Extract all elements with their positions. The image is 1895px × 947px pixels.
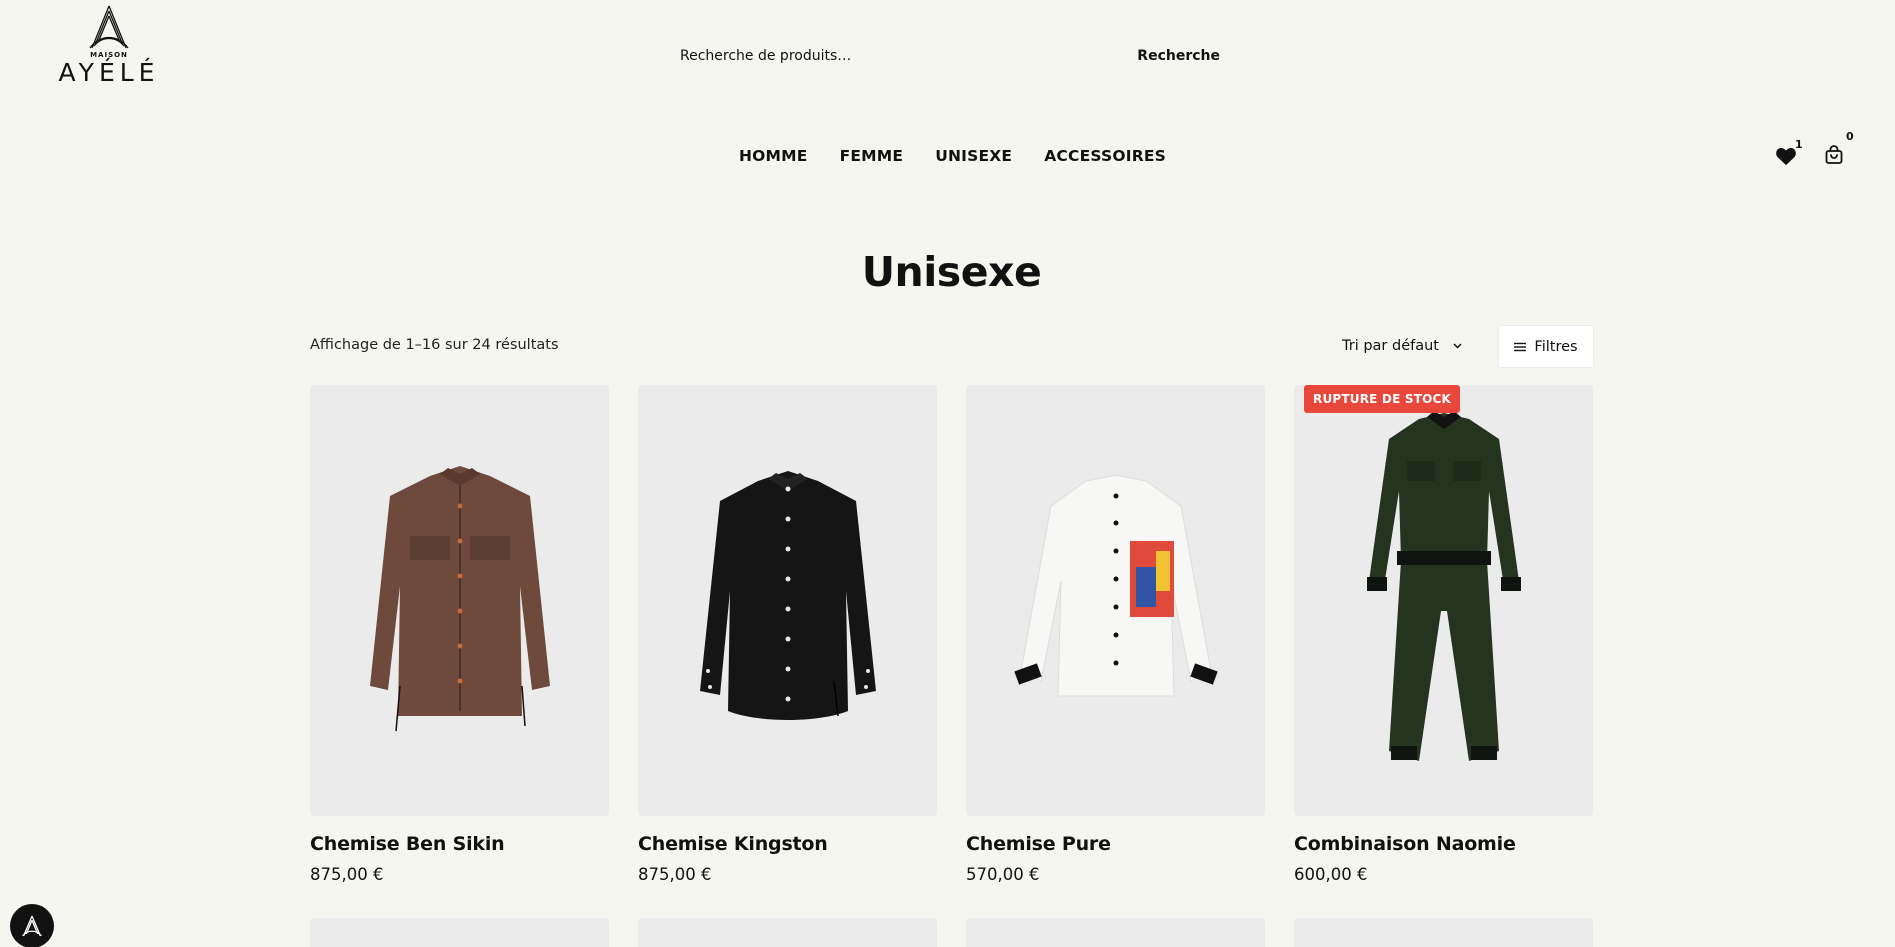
nav-item-femme[interactable]: FEMME [824,143,920,169]
product-card[interactable]: Chemise Kingston 875,00 € [638,385,937,884]
search-input[interactable] [668,40,1130,72]
product-card[interactable]: Chemise Pure 570,00 € [966,385,1265,884]
out-of-stock-badge: RUPTURE DE STOCK [1304,385,1460,413]
product-name[interactable]: Chemise Ben Sikin [310,833,609,855]
shirt-illustration [699,470,876,720]
cart-button[interactable]: 0 [1824,130,1854,169]
product-image[interactable] [966,385,1265,816]
product-image[interactable] [310,385,609,816]
product-image-placeholder[interactable] [310,918,609,947]
product-name[interactable]: Chemise Pure [966,833,1265,855]
product-grid: Chemise Ben Sikin 875,00 € Chemise Kings… [310,385,1596,884]
nav-item-accessoires[interactable]: ACCESSOIRES [1028,143,1182,169]
chevron-down-icon [1453,341,1462,352]
filter-button[interactable]: Filtres [1498,325,1594,368]
product-card[interactable]: RUPTURE DE STOCK Combinaison Naomie 600,… [1294,385,1593,884]
sort-label: Tri par défaut [1342,338,1439,354]
search-bar: Recherche [668,40,1228,72]
product-image-placeholder[interactable] [638,918,937,947]
page-title: Unisexe [861,248,1042,296]
filter-lines-icon [1514,342,1527,351]
product-name[interactable]: Combinaison Naomie [1294,833,1593,855]
product-grid-row-2 [310,918,1596,947]
nav-item-homme[interactable]: HOMME [723,143,824,169]
filter-label: Filtres [1534,338,1578,355]
shirt-illustration [369,465,550,731]
main-nav: HOMME FEMME UNISEXE ACCESSOIRES [0,143,1895,169]
shirt-illustration [1013,473,1218,696]
product-price: 875,00 € [638,865,712,884]
product-image[interactable] [638,385,937,816]
page: MAISON AYÉLÉ Recherche HOMME FEMME UNISE… [0,0,1895,947]
product-price: 875,00 € [310,865,384,884]
result-count: Affichage de 1–16 sur 24 résultats [310,337,559,353]
product-image-placeholder[interactable] [966,918,1265,947]
wishlist-count: 1 [1795,138,1803,151]
wishlist-button[interactable]: 1 [1775,138,1803,170]
logo-mark-icon [89,5,129,49]
product-price: 570,00 € [966,865,1040,884]
product-image-placeholder[interactable] [1294,918,1593,947]
logo-mark-icon [22,915,42,937]
logo-name: AYÉLÉ [58,58,160,87]
heart-icon [1776,147,1796,166]
brand-logo[interactable]: MAISON AYÉLÉ [50,4,168,94]
product-card[interactable]: Chemise Ben Sikin 875,00 € [310,385,609,884]
search-button[interactable]: Recherche [1129,40,1228,72]
sort-select[interactable]: Tri par défaut [1330,326,1474,366]
product-name[interactable]: Chemise Kingston [638,833,937,855]
product-image[interactable]: RUPTURE DE STOCK [1294,385,1593,816]
product-price: 600,00 € [1294,865,1368,884]
cart-count: 0 [1846,130,1854,143]
shopping-bag-icon [1825,145,1843,164]
jumpsuit-illustration [1366,410,1521,761]
nav-item-unisexe[interactable]: UNISEXE [919,143,1028,169]
floating-brand-button[interactable] [10,904,54,947]
